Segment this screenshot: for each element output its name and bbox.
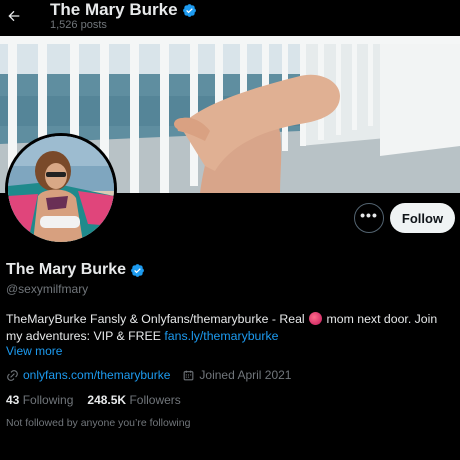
avatar[interactable] [5, 133, 117, 245]
joined-date: Joined April 2021 [199, 368, 292, 382]
display-name-text: The Mary Burke [6, 261, 127, 278]
avatar-photo [8, 136, 114, 242]
user-handle: @sexymilfmary [6, 282, 89, 296]
display-name: The Mary Burke [6, 261, 145, 279]
header-title-text: The Mary Burke [50, 0, 178, 19]
verified-badge-icon[interactable] [130, 263, 145, 278]
profile-meta: onlyfans.com/themaryburke Joined April 2… [6, 368, 291, 382]
top-bar: The Mary Burke 1,526 posts [0, 0, 460, 36]
more-icon: ••• [360, 207, 378, 223]
website-link[interactable]: onlyfans.com/themaryburke [23, 368, 170, 382]
follow-stats: 43 Following 248.5K Followers [6, 393, 181, 407]
calendar-icon [184, 370, 194, 380]
back-button[interactable] [4, 4, 24, 28]
header-title: The Mary Burke [50, 0, 197, 20]
view-more-link[interactable]: View more [6, 344, 62, 358]
follow-button[interactable]: Follow [390, 203, 455, 233]
smiling-face-emoji-icon [309, 312, 323, 325]
followers-count: 248.5K [87, 393, 127, 407]
arrow-left-icon [8, 10, 20, 22]
link-icon [7, 369, 18, 381]
bio-link[interactable]: fans.ly/themaryburke [164, 329, 278, 343]
followers-stat[interactable]: 248.5K Followers [87, 393, 180, 407]
following-label: Following [22, 393, 74, 407]
more-options-button[interactable]: ••• [354, 203, 384, 233]
bio: TheMaryBurke Fansly & Onlyfans/themarybu… [6, 311, 456, 345]
followed-by-note: Not followed by anyone you’re following [6, 417, 191, 429]
following-count: 43 [6, 393, 20, 407]
verified-badge-icon [182, 3, 196, 17]
bio-text-start: TheMaryBurke Fansly & Onlyfans/themarybu… [6, 312, 309, 326]
following-stat[interactable]: 43 Following [6, 393, 73, 407]
post-count: 1,526 posts [50, 19, 107, 31]
followers-label: Followers [129, 393, 181, 407]
